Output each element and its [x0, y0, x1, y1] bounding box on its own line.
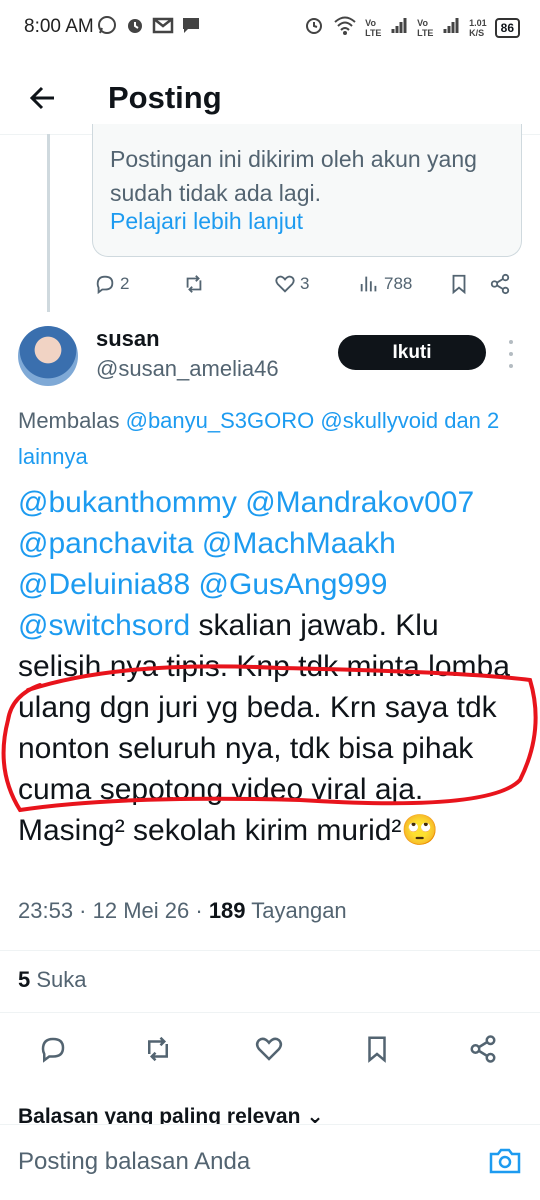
alarm-clock-icon [303, 14, 325, 41]
like-count: 3 [300, 274, 310, 293]
divider [0, 950, 540, 951]
analytics-icon [360, 276, 377, 292]
bookmark-action[interactable] [448, 273, 470, 295]
camera-icon [489, 1148, 521, 1174]
views-count: 788 [384, 274, 413, 293]
wifi-icon [333, 14, 357, 41]
repost-action[interactable] [182, 273, 206, 295]
likes-label: Suka [36, 967, 87, 992]
tweet-text: skalian jawab. Klu selisih nya tipis. Kn… [18, 609, 510, 847]
more-options-icon[interactable] [506, 340, 516, 368]
net-speed-value: 1.01 [469, 17, 487, 28]
reply-to-line: Membalas @banyu_S3GORO @skullyvoid dan 2… [18, 403, 528, 475]
battery-indicator: 86 [494, 17, 520, 38]
alarm-icon [124, 14, 146, 36]
thread-line [47, 134, 50, 312]
heart-icon [255, 1037, 283, 1061]
signal-icon-2 [443, 15, 461, 40]
like-action[interactable]: 3 [274, 273, 309, 295]
bookmark-icon [368, 1036, 386, 1063]
share-icon [470, 1035, 496, 1063]
heart-icon [275, 275, 295, 293]
follow-button[interactable]: Ikuti [338, 335, 486, 370]
tweet-time: 23:53 [18, 898, 74, 923]
reply-count: 2 [120, 274, 130, 293]
net-speed-unit: K/S [469, 27, 485, 38]
page-title: Posting [108, 80, 222, 115]
volte-label-2: Vo LTE [417, 17, 434, 38]
volte-label-1: Vo LTE [365, 17, 382, 38]
chat-icon [180, 14, 202, 36]
tweet-views-count: 189 [208, 898, 246, 923]
views-action[interactable]: 788 [358, 273, 412, 295]
tweet-meta: 23:53 · 12 Mei 26 · 189 Tayangan [18, 898, 347, 923]
reply-to-mentions[interactable]: @banyu_S3GORO @skullyvoid [126, 408, 438, 433]
reply-action[interactable]: 2 [94, 273, 129, 295]
net-speed: 1.01 K/S [469, 18, 487, 38]
camera-button[interactable] [488, 1146, 522, 1176]
learn-more-link[interactable]: Pelajari lebih lanjut [110, 208, 303, 235]
tweet-views-label: Tayangan [251, 898, 347, 923]
back-button[interactable] [24, 78, 64, 118]
back-arrow-icon [29, 86, 54, 110]
main-repost-button[interactable] [142, 1034, 174, 1064]
divider [0, 1012, 540, 1013]
share-action[interactable] [489, 273, 511, 295]
share-icon [490, 273, 510, 295]
avatar[interactable] [18, 326, 78, 386]
whatsapp-icon [96, 14, 118, 36]
status-right-icons: Vo LTE Vo LTE 1.01 K/S 86 [303, 14, 520, 41]
likes-count: 5 [18, 967, 31, 992]
main-like-button[interactable] [254, 1034, 284, 1064]
reply-to-prefix: Membalas [18, 408, 120, 433]
repost-icon [186, 275, 202, 293]
quoted-post-text: Postingan ini dikirim oleh akun yang sud… [110, 146, 477, 206]
reply-input[interactable]: Posting balasan Anda [18, 1148, 250, 1176]
signal-icon-1 [391, 15, 409, 40]
main-bookmark-button[interactable] [362, 1034, 392, 1064]
main-reply-button[interactable] [38, 1034, 68, 1064]
reply-icon [41, 1037, 65, 1063]
author-handle[interactable]: @susan_amelia46 [96, 356, 279, 382]
repost-icon [148, 1036, 168, 1062]
status-time: 8:00 AM [24, 16, 94, 37]
main-share-button[interactable] [468, 1034, 498, 1064]
author-name[interactable]: susan [96, 326, 160, 352]
reply-icon [96, 275, 114, 295]
gmail-icon [152, 14, 174, 36]
tweet-body: @bukanthommy @Mandrakov007 @panchavita @… [18, 482, 526, 851]
notification-icons [96, 14, 202, 36]
bookmark-icon [452, 274, 466, 295]
tweet-date: 12 Mei 26 [92, 898, 190, 923]
likes-summary[interactable]: 5 Suka [18, 967, 87, 993]
